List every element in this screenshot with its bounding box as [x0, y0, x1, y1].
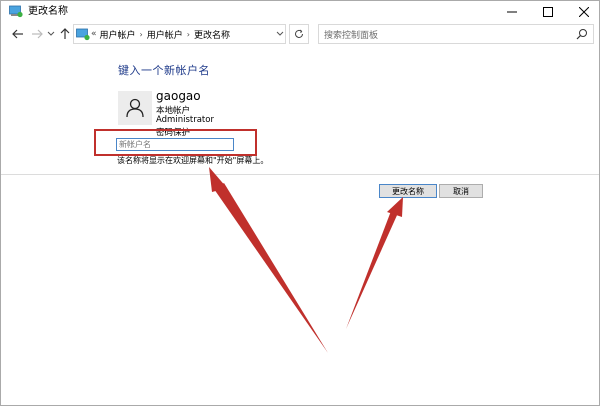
breadcrumb-item-user-accounts[interactable]: 用户帐户 — [100, 28, 136, 41]
control-panel-icon — [76, 28, 90, 41]
recent-locations-button[interactable] — [46, 26, 56, 42]
breadcrumb-item-change-name[interactable]: 更改名称 — [194, 28, 230, 41]
account-role: Administrator — [156, 115, 214, 125]
page-heading: 键入一个新帐户名 — [118, 64, 210, 77]
avatar — [118, 91, 152, 125]
arrow-up-icon — [60, 28, 70, 39]
close-icon — [579, 7, 589, 17]
cancel-button[interactable]: 取消 — [439, 184, 483, 198]
back-button[interactable] — [11, 26, 25, 42]
chevron-right-icon: › — [186, 29, 190, 39]
name-hint-text: 该名称将显示在欢迎屏幕和"开始"屏幕上。 — [117, 156, 269, 165]
address-dropdown-button[interactable] — [273, 24, 287, 44]
breadcrumb: « 用户帐户 › 用户帐户 › 更改名称 — [91, 25, 230, 43]
refresh-icon — [295, 29, 303, 38]
maximize-button[interactable] — [531, 1, 565, 23]
address-bar[interactable]: « 用户帐户 › 用户帐户 › 更改名称 — [73, 24, 286, 44]
rename-button[interactable]: 更改名称 — [379, 184, 437, 198]
chevron-right-icon: › — [139, 29, 143, 39]
refresh-button[interactable] — [289, 24, 309, 44]
annotation-arrow-to-input — [209, 167, 328, 353]
rename-account-window: 更改名称 « 用户帐户 › 用户帐户 › 更改名称 搜索控制面板 键入一个新帐户… — [0, 0, 600, 406]
window-title: 更改名称 — [28, 6, 68, 17]
breadcrumb-overflow[interactable]: « — [91, 29, 97, 39]
up-button[interactable] — [58, 26, 72, 42]
annotation-arrows — [209, 167, 403, 353]
divider — [1, 174, 599, 175]
account-username: gaogao — [156, 89, 201, 103]
forward-button[interactable] — [30, 26, 44, 42]
search-icon[interactable] — [576, 28, 588, 40]
user-icon — [126, 98, 144, 118]
chevron-down-icon — [47, 31, 55, 36]
new-account-name-input[interactable] — [116, 138, 234, 151]
annotation-arrow-to-rename — [346, 197, 403, 329]
search-placeholder: 搜索控制面板 — [324, 31, 379, 41]
arrow-left-icon — [12, 29, 23, 39]
chevron-down-icon — [276, 31, 284, 36]
control-panel-icon — [9, 5, 23, 18]
title-bar: 更改名称 — [1, 1, 599, 23]
minimize-icon — [507, 11, 517, 13]
arrow-right-icon — [32, 29, 43, 39]
maximize-icon — [543, 7, 553, 17]
search-input[interactable]: 搜索控制面板 — [318, 24, 594, 44]
close-button[interactable] — [567, 1, 599, 23]
breadcrumb-item-user-accounts-sub[interactable]: 用户帐户 — [147, 28, 183, 41]
minimize-button[interactable] — [495, 1, 529, 23]
